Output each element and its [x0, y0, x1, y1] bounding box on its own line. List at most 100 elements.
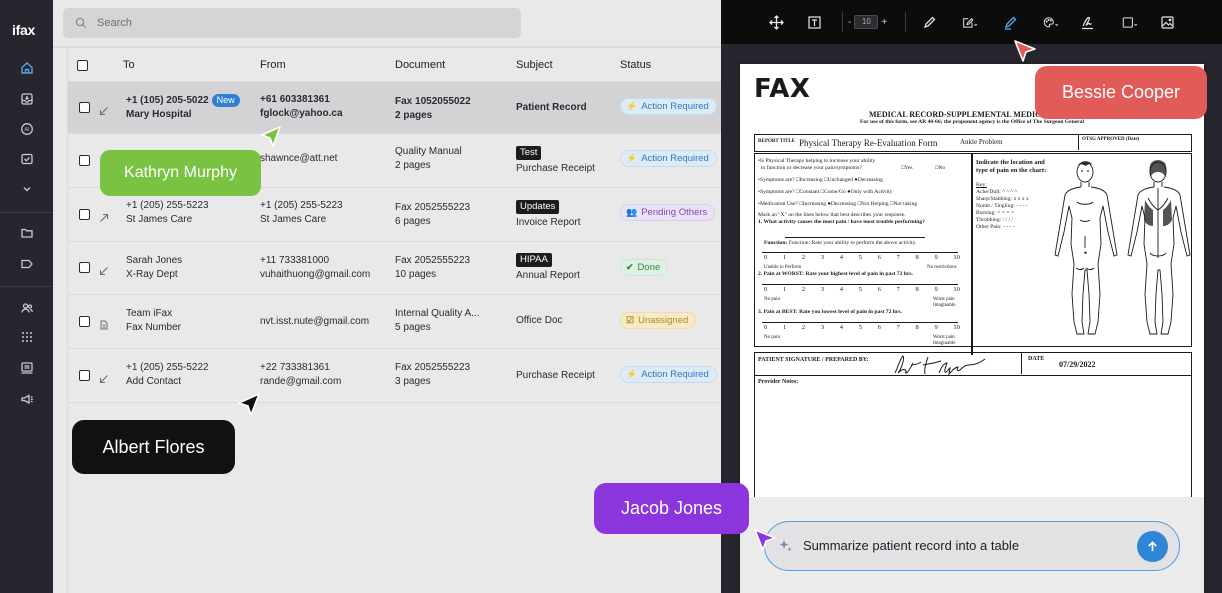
sender-name: St James Care [260, 214, 327, 225]
status-badge[interactable]: 👥 Pending Others [620, 204, 716, 221]
table-row[interactable]: Team iFax Fax Number nvt.isst.nute@gmail… [68, 294, 722, 348]
tag-icon[interactable] [17, 254, 36, 273]
sparkle-icon [779, 540, 792, 552]
column-header-from[interactable]: From [260, 59, 286, 71]
question-symptoms-2: •Symptoms are? □Constant □Come/Go ●Only … [758, 189, 893, 195]
best-pain-scale[interactable]: 0 1 2 3 4 5 6 7 8 9 10 [762, 320, 962, 334]
search-input[interactable] [97, 8, 507, 38]
highlighter-icon[interactable] [1001, 13, 1019, 31]
megaphone-icon[interactable] [17, 389, 36, 408]
home-icon[interactable] [17, 58, 36, 77]
scale-number: 1 [782, 254, 787, 261]
arrow-up-icon [1148, 541, 1157, 552]
page-count: 2 pages [395, 110, 433, 121]
shape-icon[interactable] [1118, 13, 1140, 31]
signature-icon[interactable] [1078, 13, 1096, 31]
apps-icon[interactable] [17, 327, 36, 346]
status-badge[interactable]: ⚡ Action Required [620, 366, 717, 383]
jacob-cursor-icon [754, 529, 776, 551]
status-badge[interactable]: ⚡ Action Required [620, 150, 717, 167]
provider-notes-label: Provider Notes: [758, 379, 799, 385]
answer-line [785, 237, 925, 238]
row-checkbox[interactable] [79, 370, 90, 381]
table-row[interactable]: +1 (205) 255-5222 Add Contact +22 733381… [68, 348, 722, 402]
scale-number: 7 [896, 286, 900, 293]
scale-number: 7 [896, 254, 900, 261]
scale-pain-left: No pain [764, 297, 780, 302]
kathryn-cursor-icon [261, 126, 281, 147]
fax-machine-icon[interactable] [17, 358, 36, 377]
text-box-icon[interactable] [805, 13, 823, 31]
zoom-in-button[interactable]: + [881, 17, 887, 28]
function-scale[interactable]: 0 1 2 3 4 5 6 7 8 9 10 [762, 250, 962, 264]
option-no: □No [935, 165, 946, 171]
recipient-department: X-Ray Dept [126, 269, 178, 280]
subject-tag: Test [516, 146, 542, 160]
row-checkbox[interactable] [79, 155, 90, 166]
palette-icon[interactable] [1039, 13, 1061, 31]
sidebar-divider [0, 286, 53, 287]
zoom-control[interactable]: - 10 + [848, 13, 887, 31]
question-symptoms-1: •Symptoms are? □Increasing □Unchanged ●D… [758, 177, 883, 183]
chevron-down-icon[interactable] [17, 179, 36, 198]
patient-signature [894, 355, 986, 376]
ai-icon[interactable]: AI [17, 119, 36, 138]
column-header-document[interactable]: Document [395, 59, 445, 71]
status-badge[interactable]: ✔ Done [620, 259, 669, 276]
question-helping: •Is Physical Therapy helping to increase… [758, 158, 876, 164]
scale-number: 4 [839, 286, 843, 293]
row-checkbox[interactable] [79, 316, 90, 327]
column-header-to[interactable]: To [123, 59, 135, 71]
zoom-value[interactable]: 10 [854, 15, 879, 29]
scale-number: 8 [915, 254, 919, 261]
sender-number: +22 733381361 [260, 362, 330, 373]
scale-number: 6 [877, 254, 881, 261]
image-icon[interactable] [1158, 13, 1176, 31]
ai-prompt-input[interactable] [803, 522, 1133, 569]
scale-number: 3 [820, 286, 825, 293]
worst-pain-scale[interactable]: 0 1 2 3 4 5 6 7 8 9 10 [762, 282, 962, 296]
column-header-status[interactable]: Status [620, 59, 651, 71]
send-button[interactable] [1137, 531, 1168, 562]
mail-icon[interactable] [17, 149, 36, 168]
subject-text: Annual Report [516, 270, 580, 281]
zoom-out-button[interactable]: - [848, 17, 851, 28]
ai-prompt-box[interactable] [764, 521, 1180, 571]
scale-number: 9 [934, 286, 938, 293]
column-header-subject[interactable]: Subject [516, 59, 553, 71]
scale-number: 2 [801, 286, 806, 293]
collaborator-tag-jacob: Jacob Jones [594, 483, 749, 534]
move-icon[interactable] [767, 13, 785, 31]
page-count: 10 pages [395, 269, 437, 280]
sender-email: rande@gmail.com [260, 376, 342, 387]
pencil-icon[interactable] [920, 13, 938, 31]
recipient-detail: Fax Number [126, 322, 182, 333]
bessie-cursor-icon [1014, 40, 1036, 62]
sender-email: vuhaithuong@gmail.com [260, 269, 371, 280]
status-badge[interactable]: ⚡ Action Required [620, 98, 717, 115]
page-count: 2 pages [395, 160, 431, 171]
scale-fn-left: Unable to Perform [764, 265, 802, 270]
folder-icon[interactable] [17, 223, 36, 242]
row-checkbox[interactable] [79, 102, 90, 113]
table-row[interactable]: +1 (105) 205-5022 New Mary Hospital +61 6… [68, 81, 722, 133]
key-item: Sharp/Stabbing: x x x x [976, 196, 1029, 202]
search-bar[interactable] [63, 8, 521, 38]
edit-box-icon[interactable] [958, 13, 980, 31]
inbox-icon[interactable] [17, 89, 36, 108]
report-title-box: REPORT TITLE Physical Therapy Re-Evaluat… [754, 134, 1192, 152]
scale-pain-left: No pain [764, 335, 780, 340]
select-all-checkbox[interactable] [77, 60, 88, 71]
box-divider [1078, 135, 1079, 150]
contacts-icon[interactable] [17, 298, 36, 317]
scale-number: 3 [820, 254, 825, 261]
status-badge[interactable]: ☑ Unassigned [620, 312, 697, 329]
recipient-number: +1 (205) 255-5222 [126, 362, 209, 373]
add-contact-link[interactable]: Add Contact [126, 376, 181, 387]
row-checkbox[interactable] [79, 209, 90, 220]
signature-label: PATIENT SIGNATURE / PREPARED BY: [758, 357, 869, 363]
table-row[interactable]: Sarah Jones X-Ray Dept +11 733381000 vuh… [68, 241, 722, 294]
row-checkbox[interactable] [79, 262, 90, 273]
scale-number: 4 [839, 324, 843, 331]
new-badge: New [211, 94, 240, 107]
